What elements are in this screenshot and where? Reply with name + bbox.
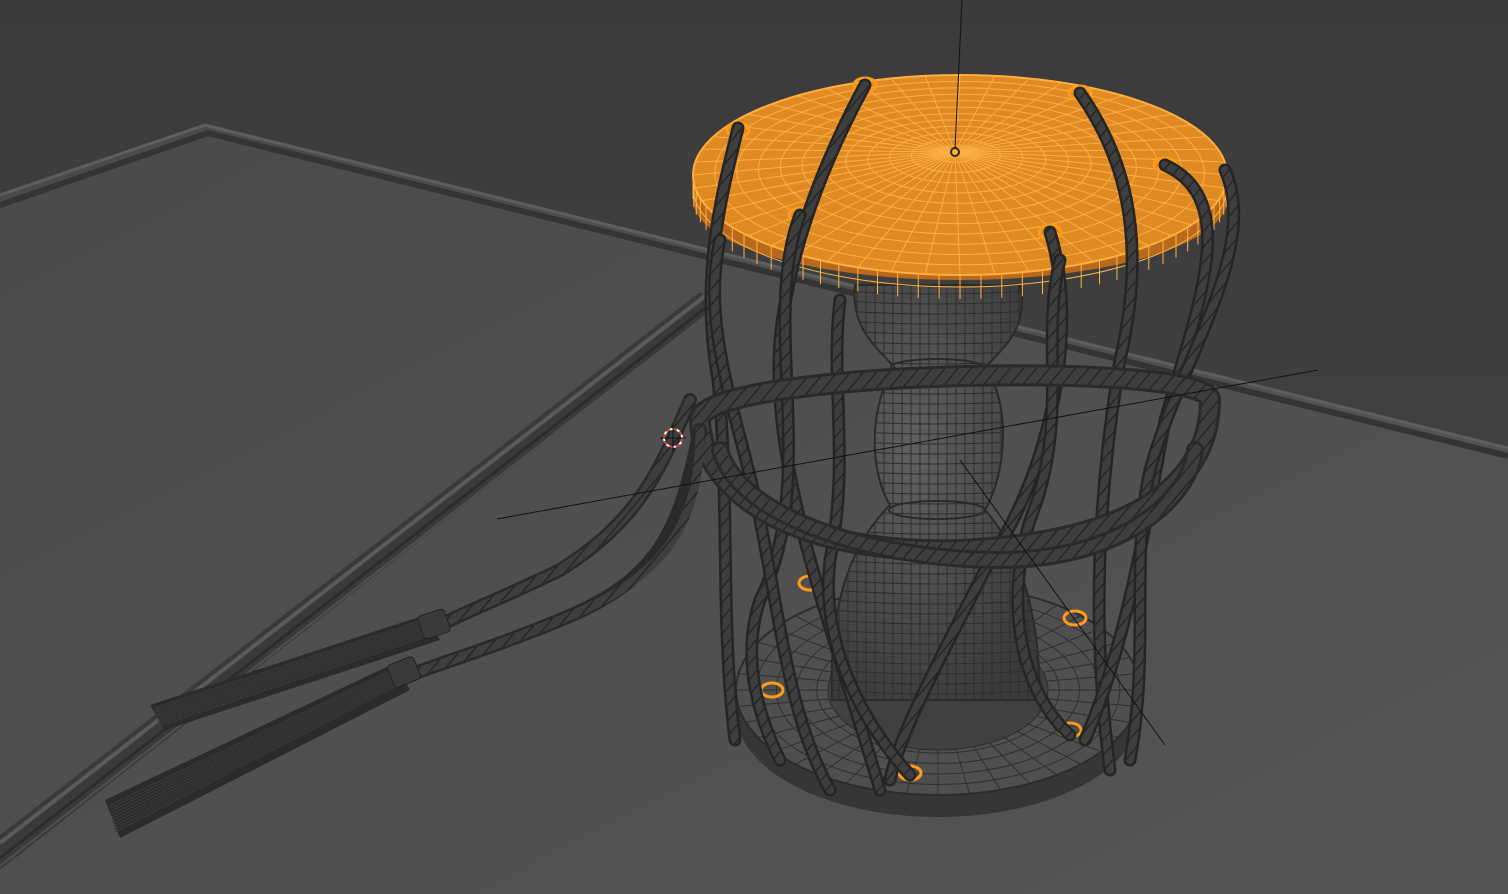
object-origin-icon [952,149,958,155]
3d-viewport[interactable] [0,0,1508,894]
viewport-canvas[interactable] [0,0,1508,894]
